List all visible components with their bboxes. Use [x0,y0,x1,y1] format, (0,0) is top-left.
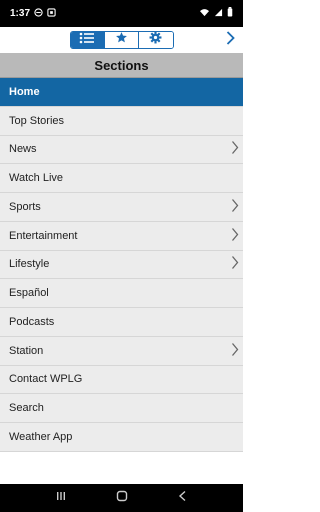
dnd-icon [34,7,43,20]
recents-button[interactable] [55,489,67,507]
section-item-label: Watch Live [9,172,64,185]
status-bar: 1:37 [0,0,243,27]
status-right [199,7,233,20]
chevron-right-icon [231,256,239,273]
status-time: 1:37 [10,8,31,19]
section-item-label: Top Stories [9,114,65,127]
tab-sections[interactable] [70,32,105,48]
sections-list: Home Top Stories News Watch Live Sports Enter… [0,78,243,452]
view-switcher [69,31,174,49]
section-item-label: News [9,143,37,156]
section-item-label: Home [9,85,40,98]
star-icon [115,32,128,48]
section-item-label: Weather App [9,430,73,443]
wifi-icon [199,8,210,20]
chevron-right-icon [226,30,235,50]
section-item-label: Entertainment [9,229,78,242]
section-item[interactable]: Entertainment [0,221,243,251]
tab-favorites[interactable] [104,32,139,48]
tab-settings[interactable] [138,32,173,48]
section-item[interactable]: Watch Live [0,164,243,193]
back-button[interactable] [177,489,189,507]
section-item[interactable]: Contact WPLG [0,365,243,395]
forward-button[interactable] [223,30,237,50]
section-item-label: Español [9,287,49,300]
gear-icon [149,32,162,48]
chevron-right-icon [231,141,239,158]
section-item-label: Search [9,402,44,415]
section-item[interactable]: Top Stories [0,106,243,136]
toolbar [0,27,243,53]
section-item-label: Contact WPLG [9,373,83,386]
section-item[interactable]: Home [0,78,243,107]
sections-header: Sections [0,53,243,78]
section-item[interactable]: Español [0,279,243,308]
section-item[interactable]: Lifestyle [0,250,243,280]
chevron-right-icon [231,342,239,359]
page-title: Sections [94,57,149,73]
section-item-label: Lifestyle [9,258,50,271]
section-item[interactable]: Weather App [0,423,243,452]
section-item[interactable]: Sports [0,193,243,222]
signal-icon [214,8,223,20]
notification-icon [47,7,56,20]
battery-icon [227,7,233,20]
system-nav-bar [0,484,243,512]
status-left: 1:37 [10,7,199,20]
section-item-label: Podcasts [9,315,55,328]
home-button[interactable] [116,489,128,507]
section-item-label: Sports [9,200,41,213]
section-item[interactable]: Search [0,394,243,423]
list-icon [79,32,95,48]
section-item[interactable]: Station [0,336,243,366]
chevron-right-icon [231,198,239,215]
section-item[interactable]: Podcasts [0,308,243,337]
section-item[interactable]: News [0,135,243,165]
section-item-label: Station [9,344,44,357]
chevron-right-icon [231,227,239,244]
